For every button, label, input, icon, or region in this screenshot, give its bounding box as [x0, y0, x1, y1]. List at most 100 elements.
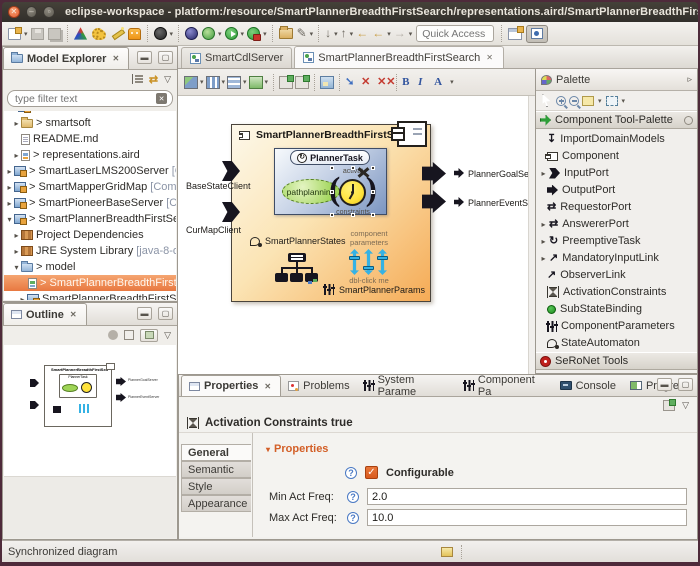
outline-mode-icon[interactable] — [108, 330, 118, 340]
tab-smartcdlserver[interactable]: SmartCdlServer — [181, 47, 292, 68]
expander-icon[interactable]: ▸ — [540, 220, 547, 229]
expander-icon[interactable]: ▸ — [540, 254, 547, 263]
delete-from-model-icon[interactable]: ✕✕ — [377, 76, 391, 89]
clean-build-icon[interactable] — [110, 27, 124, 40]
unpin-elements-icon[interactable] — [295, 76, 309, 89]
selection-handle[interactable] — [371, 166, 375, 170]
palette-item-mandatoryinputlink[interactable]: ▸↗MandatoryInputLink — [536, 250, 697, 266]
note-dropdown-icon[interactable]: ▾ — [598, 97, 602, 105]
outline-thumbnail[interactable]: SmartPlannerBreadthFirstSea PlannerTask … — [28, 357, 143, 452]
selection-handle[interactable] — [371, 190, 375, 194]
layers-dropdown-icon[interactable]: ▾ — [265, 78, 269, 86]
last-edit-location-icon[interactable]: ← — [356, 27, 368, 40]
new-wizard-icon[interactable] — [8, 28, 21, 40]
align-dropdown-icon[interactable]: ▾ — [222, 78, 226, 86]
tab-smartplannerbreadthfirstsearch[interactable]: SmartPlannerBreadthFirstSearch ✕ — [294, 46, 504, 68]
robot-deploy-icon[interactable] — [128, 28, 141, 40]
configurable-checkbox[interactable]: ✓ — [365, 466, 378, 479]
export-image-icon[interactable] — [320, 76, 334, 89]
selection-handle[interactable] — [351, 213, 355, 217]
collapse-all-icon[interactable] — [132, 74, 143, 84]
arrange-dropdown-icon[interactable]: ▾ — [200, 78, 204, 86]
palette-item-activationconstraints[interactable]: ActivationConstraints — [536, 284, 697, 300]
component-parameters-node[interactable] — [350, 249, 394, 279]
selection-handle[interactable] — [351, 166, 355, 170]
close-icon[interactable]: ✕ — [484, 52, 495, 63]
font-dropdown-icon[interactable]: ▾ — [450, 78, 454, 86]
expander-icon[interactable]: ▾ — [5, 215, 14, 224]
delete-from-diagram-icon[interactable]: ✕ — [361, 76, 375, 89]
tab-model-explorer[interactable]: Model Explorer ✕ — [3, 47, 129, 69]
tree-row[interactable]: ▸Project Dependencies — [4, 227, 176, 243]
palette-item-importdomainmodels[interactable]: ↧ImportDomainModels — [536, 131, 697, 147]
zoom-in-icon[interactable] — [556, 96, 566, 106]
expander-icon[interactable]: ▸ — [5, 167, 14, 176]
selection-handle[interactable] — [330, 166, 334, 170]
palette-item-outputport[interactable]: OutputPort — [536, 182, 697, 198]
tree-row[interactable]: ▸> SmartPioneerBaseServer[Co — [4, 195, 176, 211]
pin-drawer-icon[interactable] — [684, 116, 693, 125]
port-label[interactable]: BaseStateClient — [186, 181, 251, 191]
palette-item-component[interactable]: Component — [536, 148, 697, 164]
tab-properties[interactable]: Properties✕ — [181, 375, 281, 396]
profile-icon[interactable] — [154, 27, 167, 40]
side-tab-general[interactable]: General — [181, 444, 251, 461]
open-resource-icon[interactable] — [279, 28, 293, 39]
clear-filter-icon[interactable]: ✕ — [156, 93, 167, 104]
view-menu-icon[interactable]: ▽ — [164, 74, 171, 85]
palette-drawer-seronet[interactable]: SeRoNet Tools — [536, 352, 697, 370]
view-menu-icon[interactable]: ▽ — [682, 400, 689, 411]
forward-history-icon[interactable]: → — [394, 27, 406, 40]
outline-thumbnail-icon[interactable] — [140, 329, 158, 342]
tree-row[interactable]: README.md — [4, 131, 176, 147]
save-all-icon[interactable] — [48, 28, 61, 40]
distribute-dropdown-icon[interactable]: ▾ — [243, 78, 247, 86]
tree-row[interactable]: ▾> model — [4, 259, 176, 275]
tree-row[interactable]: ▸> smartsoft — [4, 115, 176, 131]
back-history-icon[interactable]: ← — [372, 27, 384, 40]
min-act-freq-input[interactable] — [367, 488, 687, 505]
previous-annotation-dropdown-icon[interactable]: ▾ — [350, 30, 354, 38]
pin-property-view-icon[interactable] — [663, 400, 675, 411]
palette-item-inputport[interactable]: ▸InputPort — [536, 165, 697, 181]
max-act-freq-input[interactable] — [367, 509, 687, 526]
section-collapse-icon[interactable]: ▾ — [266, 445, 270, 454]
external-tools-icon[interactable] — [247, 27, 260, 40]
tree-row-selected[interactable]: > SmartPlannerBreadthFirst — [4, 275, 176, 291]
expander-icon[interactable]: ▸ — [540, 237, 547, 246]
params-label-group[interactable]: SmartPlannerParams — [324, 284, 425, 295]
tab-outline[interactable]: Outline ✕ — [3, 303, 87, 325]
side-tab-appearance[interactable]: Appearance — [181, 495, 251, 512]
port-label[interactable]: PlannerGoalServer — [468, 169, 535, 179]
palette-drawer-header[interactable]: Component Tool-Palette — [536, 111, 697, 129]
tab-console[interactable]: Console — [553, 375, 623, 396]
canvas-scrollbar[interactable] — [528, 96, 535, 374]
mark-dropdown-icon[interactable]: ▾ — [310, 30, 314, 38]
palette-item-stateautomaton[interactable]: StateAutomaton — [536, 335, 697, 351]
mark-occurrences-icon[interactable]: ✎ — [297, 27, 307, 40]
select-tool-icon[interactable] — [540, 94, 553, 107]
arrange-all-icon[interactable] — [184, 76, 198, 89]
help-icon[interactable]: ? — [347, 491, 359, 503]
selection-handle[interactable] — [330, 190, 334, 194]
maximize-icon[interactable]: ▢ — [158, 51, 173, 64]
expander-icon[interactable]: ▸ — [18, 295, 27, 301]
close-icon[interactable]: ✕ — [262, 381, 273, 392]
layers-icon[interactable] — [249, 76, 263, 89]
forward-dropdown-icon[interactable]: ▾ — [409, 30, 413, 38]
note-tool-icon[interactable] — [582, 96, 594, 106]
minimize-icon[interactable]: ▬ — [137, 51, 152, 64]
expander-icon[interactable]: ▸ — [12, 151, 21, 160]
section-header[interactable]: ▾ Properties — [266, 443, 328, 455]
expander-icon[interactable]: ▸ — [12, 119, 21, 128]
expander-icon[interactable]: ▸ — [5, 199, 14, 208]
window-maximize-icon[interactable]: ▫ — [43, 6, 55, 18]
tab-problems[interactable]: Problems — [281, 375, 356, 396]
outline-tree-icon[interactable] — [124, 330, 134, 340]
tree-row[interactable]: ▸> representations.aird — [4, 147, 176, 163]
previous-annotation-icon[interactable]: ↑ — [341, 27, 347, 40]
font-color-icon[interactable]: A — [434, 76, 448, 89]
palette-item-componentparameters[interactable]: ComponentParameters — [536, 318, 697, 334]
run-icon[interactable] — [225, 27, 238, 40]
save-icon[interactable] — [31, 28, 44, 40]
